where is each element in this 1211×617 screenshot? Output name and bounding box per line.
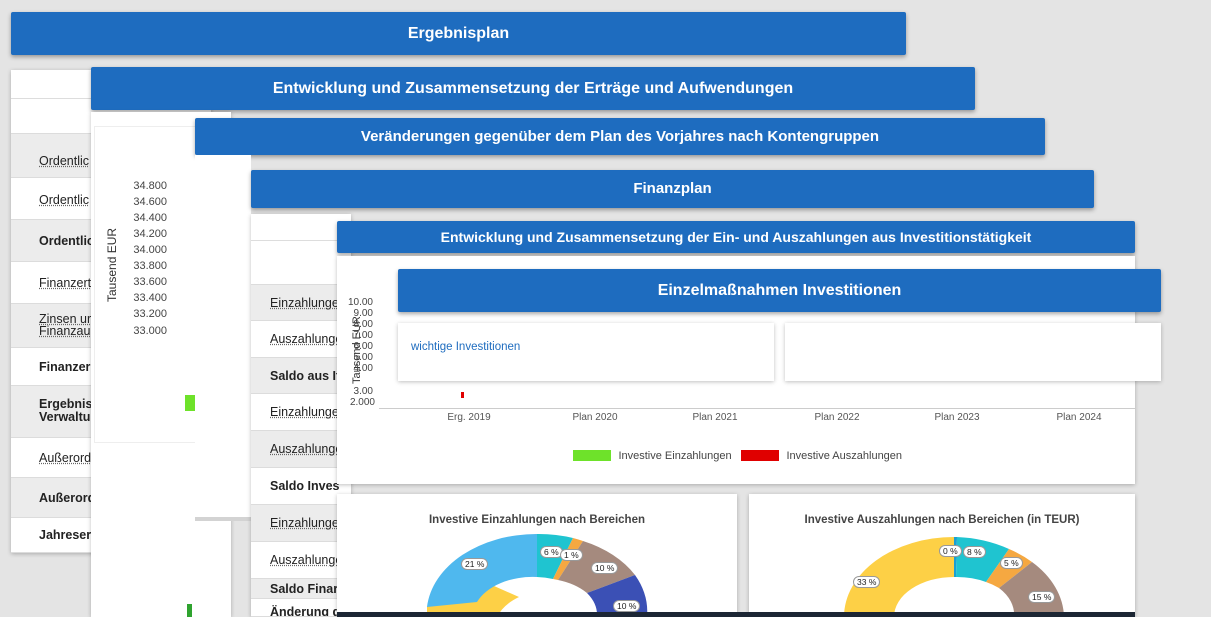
veraenderungen-panel bbox=[195, 155, 251, 521]
finanzplan-table-panel: Einzahlunge Auszahlunge Saldo aus It Ein… bbox=[251, 214, 351, 617]
x-tick: Plan 2021 bbox=[692, 412, 738, 423]
legend-swatch bbox=[573, 450, 611, 462]
pie-chart-einzahlungen[interactable] bbox=[337, 494, 737, 617]
pie-label: 21 % bbox=[461, 558, 489, 570]
x-tick: Erg. 2019 bbox=[447, 412, 491, 423]
y-tick: 4.00 bbox=[353, 363, 373, 374]
y-tick: 6.00 bbox=[353, 341, 373, 352]
legend-item-einzahlungen[interactable]: Investive Einzahlungen bbox=[573, 447, 732, 462]
legend-item-auszahlungen[interactable]: Investive Auszahlungen bbox=[741, 447, 903, 462]
y-tick: 33.000 bbox=[133, 325, 167, 337]
y-tick: 2.000 bbox=[349, 397, 375, 408]
table-row[interactable]: Auszahlunge bbox=[251, 431, 351, 468]
y-tick: 33.600 bbox=[133, 276, 167, 288]
veraenderungen-banner[interactable]: Veränderungen gegenüber dem Plan des Vor… bbox=[195, 118, 1045, 155]
x-tick: Plan 2023 bbox=[934, 412, 980, 423]
y-tick: 34.800 bbox=[133, 180, 167, 192]
x-axis-line bbox=[379, 408, 1135, 409]
chart-bar[interactable] bbox=[185, 395, 195, 411]
table-row[interactable]: Änderung d bbox=[251, 599, 351, 617]
table-row[interactable]: Saldo aus It bbox=[251, 358, 351, 394]
pie-panel-einzahlungen: Investive Einzahlungen nach Bereichen 21… bbox=[337, 494, 737, 617]
table-row[interactable]: Einzahlunge bbox=[251, 394, 351, 431]
table-row[interactable]: Einzahlunge bbox=[251, 505, 351, 542]
y-tick: 33.200 bbox=[133, 308, 167, 320]
y-tick: 34.200 bbox=[133, 228, 167, 240]
chart-bar[interactable] bbox=[187, 604, 192, 617]
pie-label: 33 % bbox=[853, 576, 881, 588]
y-tick: 3.00 bbox=[353, 386, 373, 397]
pie-label: 10 % bbox=[591, 562, 619, 574]
legend-swatch bbox=[741, 450, 779, 462]
pie-label: 10 % bbox=[613, 600, 641, 612]
y-tick: 33.400 bbox=[133, 292, 167, 304]
x-tick: Plan 2020 bbox=[572, 412, 618, 423]
x-tick: Plan 2024 bbox=[1056, 412, 1102, 423]
y-tick: 34.400 bbox=[133, 212, 167, 224]
pie-label: 0 % bbox=[939, 545, 962, 557]
wichtige-investitionen-link[interactable]: wichtige Investitionen bbox=[411, 341, 520, 353]
legend-label: Investive Einzahlungen bbox=[618, 449, 732, 462]
table-row[interactable]: Auszahlunge bbox=[251, 321, 351, 358]
y-tick: 8.00 bbox=[353, 319, 373, 330]
pie-label: 5 % bbox=[1000, 557, 1023, 569]
legend-label: Investive Auszahlungen bbox=[786, 449, 903, 462]
einzelmassnahmen-card-left: wichtige Investitionen bbox=[398, 323, 774, 381]
pie-label: 15 % bbox=[1028, 591, 1056, 603]
chart-line-marker bbox=[461, 392, 464, 398]
pie-panel-auszahlungen: Investive Auszahlungen nach Bereichen (i… bbox=[749, 494, 1135, 617]
x-tick: Plan 2022 bbox=[814, 412, 860, 423]
y-tick: 34.000 bbox=[133, 244, 167, 256]
table-header-row bbox=[251, 240, 351, 285]
entwicklung-ertraege-banner[interactable]: Entwicklung und Zusammensetzung der Ertr… bbox=[91, 67, 975, 110]
y-tick: 10.00 bbox=[347, 297, 373, 308]
y-tick: 9.00 bbox=[353, 308, 373, 319]
table-row[interactable]: Saldo Finar bbox=[251, 579, 351, 599]
y-tick: 5.00 bbox=[353, 352, 373, 363]
einzelmassnahmen-card-right bbox=[785, 323, 1161, 381]
pie-label: 8 % bbox=[963, 546, 986, 558]
ergebnisplan-banner[interactable]: Ergebnisplan bbox=[11, 12, 906, 55]
einzelmassnahmen-banner[interactable]: Einzelmaßnahmen Investitionen bbox=[398, 269, 1161, 312]
table-row[interactable]: Einzahlunge bbox=[251, 285, 351, 321]
footer-bar bbox=[337, 612, 1135, 617]
entwicklung-investition-banner[interactable]: Entwicklung und Zusammensetzung der Ein-… bbox=[337, 221, 1135, 253]
pie-label: 1 % bbox=[560, 549, 583, 561]
table-row[interactable]: Auszahlunge bbox=[251, 542, 351, 579]
y-tick: 34.600 bbox=[133, 196, 167, 208]
y-tick: 33.800 bbox=[133, 260, 167, 272]
y-tick: 7.00 bbox=[353, 330, 373, 341]
finanzplan-banner[interactable]: Finanzplan bbox=[251, 170, 1094, 208]
table-row[interactable]: Saldo Inves bbox=[251, 468, 351, 505]
